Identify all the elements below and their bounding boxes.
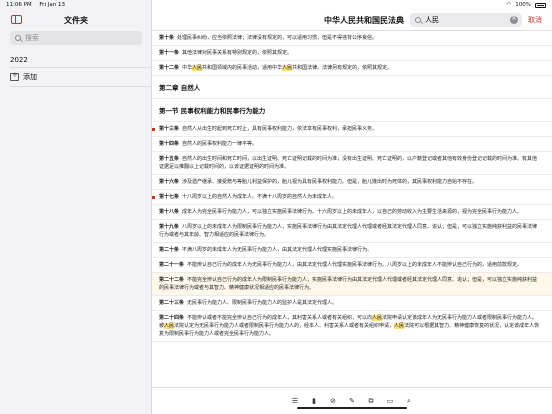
article-item[interactable]: 第二十一条 不能辨认自己行为的成年人为无民事行为能力人，由其法定代理人代理实施民事…: [152, 258, 552, 273]
article-item[interactable]: 第二十四条 不能辨认或者不能完全辨认自己行为的成年人，其利害关系人或者有关组织，可…: [152, 311, 552, 342]
search-match: 人民: [164, 323, 175, 329]
article-number: 第二十四条: [159, 315, 185, 321]
article-number: 第十四条: [159, 141, 180, 147]
article-number: 第十七条: [159, 194, 180, 200]
search-icon[interactable]: ⌕: [404, 396, 414, 406]
article-item[interactable]: 第二十条 不满八周岁的未成年人为无民事行为能力人，由其法定代理人代理实施民事法律行…: [152, 243, 552, 258]
article-item[interactable]: 第十三条 自然人从出生时起到死亡时止，具有民事权利能力，依法享有民事权利，承担民事…: [152, 122, 552, 137]
search-icon: [15, 35, 21, 41]
cancel-button[interactable]: 取消: [528, 15, 542, 25]
article-item[interactable]: 第二十二条 不能完全辨认自己行为的成年人为限制民事行为能力人，实施民事法律行为由其…: [152, 273, 552, 296]
article-number: 第十九条: [159, 224, 180, 230]
link-icon[interactable]: ⊘: [328, 396, 338, 406]
document-content: 第十条 处理民事纠纷，应当依照法律；法律没有规定的，可以适用习惯，但是不得违背公序…: [152, 31, 552, 387]
section-heading: 第二章 自然人: [152, 76, 552, 99]
home-indicator: [297, 407, 407, 409]
article-item[interactable]: 第十五条 自然人的出生时间和死亡时间，以出生证明、死亡证明记载的时间为准；没有出生…: [152, 152, 552, 175]
article-number: 第二十三条: [159, 300, 185, 306]
battery-percent: 100%: [515, 2, 531, 8]
article-number: 第十条: [159, 35, 175, 41]
article-item[interactable]: 第十条 处理民事纠纷，应当依照法律；法律没有规定的，可以适用习惯，但是不得违背公序…: [152, 31, 552, 46]
article-item[interactable]: 第十四条 自然人的民事权利能力一律平等。: [152, 137, 552, 152]
article-number: 第十一条: [159, 50, 180, 56]
divider: [10, 86, 151, 87]
article-item[interactable]: 第二十三条 无民事行为能力人、限制民事行为能力人的监护人是其法定代理人。: [152, 296, 552, 311]
search-match: 人民: [394, 323, 405, 329]
status-bar-left: 11:06 PM Fri Jan 13: [6, 2, 71, 8]
article-item[interactable]: 第十七条 十八周岁以上的自然人为成年人。不满十八周岁的自然人为未成年人。: [152, 190, 552, 205]
article-number: 第十二条: [159, 65, 180, 71]
document-search-box[interactable]: [410, 13, 522, 27]
status-bar-right: ◠ 100%: [506, 2, 546, 8]
article-number: 第十六条: [159, 179, 180, 185]
article-number: 第十五条: [159, 156, 180, 162]
edit-icon[interactable]: ✎: [347, 396, 357, 406]
add-folder-icon: [10, 71, 19, 81]
wifi-icon: ◠: [506, 2, 512, 8]
add-folder-label: 添加: [23, 73, 37, 81]
app-window: 11:06 PM Fri Jan 13 文件夹 搜索 2022 添加 ◠ 100…: [0, 0, 552, 414]
folder-item-2022[interactable]: 2022: [10, 56, 28, 64]
article-number: 第十八条: [159, 209, 180, 215]
battery-icon: [535, 2, 546, 8]
sidebar-search-input[interactable]: 搜索: [10, 31, 142, 45]
sidebar-search-placeholder: 搜索: [25, 34, 39, 42]
list-icon[interactable]: ☰: [290, 396, 300, 406]
sidebar: 11:06 PM Fri Jan 13 文件夹 搜索 2022 添加: [0, 0, 152, 414]
article-item[interactable]: 第十二条 中华人民共和国领域内的民事活动，适用中华人民共和国法律。法律另有规定的，…: [152, 61, 552, 76]
bottom-toolbar: ☰ ▮ ⊘ ✎ ⧉ ▭ ⌕: [152, 387, 552, 414]
article-number: 第十三条: [159, 126, 180, 132]
document-pane: ◠ 100% 中华人民共和国民法典 取消 第十条处理民事纠纷，应当依照法律；法律…: [152, 0, 552, 414]
sidebar-title: 文件夹: [64, 16, 88, 25]
search-match: 人民: [282, 65, 293, 71]
search-match: 人民: [192, 65, 203, 71]
bookmark-icon[interactable]: ▮: [309, 396, 319, 406]
status-time: 11:06 PM: [6, 2, 32, 8]
article-item[interactable]: 第十一条 其他法律对民事关系有特别规定的，依照其规定。: [152, 46, 552, 61]
article-item[interactable]: 第十八条 成年人为完全民事行为能力人，可以独立实施民事法律行为。十六周岁以上的未成…: [152, 205, 552, 220]
search-match: 人民: [372, 315, 383, 321]
clear-search-icon[interactable]: [510, 14, 518, 24]
article-item[interactable]: 第十六条 涉及遗产继承、接受赠与等胎儿利益保护的，胎儿视为具有民事权利能力。但是，…: [152, 175, 552, 190]
article-item[interactable]: 第十九条 八周岁以上的未成年人为限制民事行为能力人，实施民事法律行为由其法定代理人…: [152, 220, 552, 243]
article-number: 第二十条: [159, 247, 180, 253]
book-icon[interactable]: ▭: [385, 396, 395, 406]
article-number: 第二十二条: [159, 277, 185, 283]
divider: [10, 67, 151, 68]
article-number: 第二十一条: [159, 262, 185, 268]
document-search-input[interactable]: [425, 16, 505, 24]
section-heading: 第一节 民事权利能力和民事行为能力: [152, 99, 552, 122]
add-folder-button[interactable]: 添加: [10, 71, 37, 82]
document-title: 中华人民共和国民法典: [324, 16, 404, 25]
search-icon: [415, 17, 421, 23]
status-date: Fri Jan 13: [39, 2, 65, 8]
copy-icon[interactable]: ⧉: [366, 396, 376, 406]
